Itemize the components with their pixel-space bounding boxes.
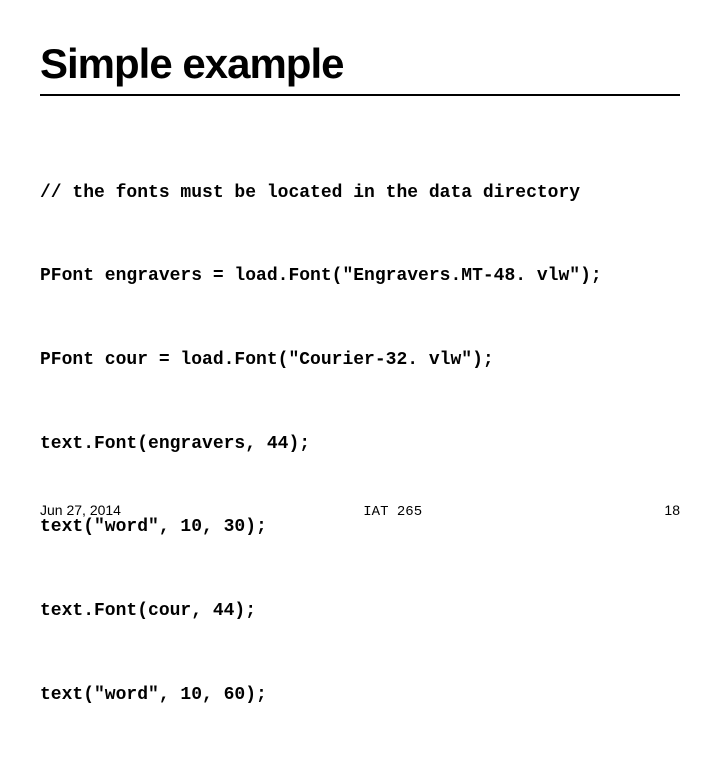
title-underline: [40, 94, 680, 96]
slide-footer: Jun 27, 2014 IAT 265 18: [40, 502, 680, 520]
code-line: PFont cour = load.Font("Courier-32. vlw"…: [40, 347, 680, 375]
footer-date: Jun 27, 2014: [40, 502, 121, 518]
code-line: // the fonts must be located in the data…: [40, 180, 680, 208]
code-line: text.Font(cour, 44);: [40, 598, 680, 626]
code-line: text("word", 10, 60);: [40, 682, 680, 710]
code-line: PFont engravers = load.Font("Engravers.M…: [40, 263, 680, 291]
slide-title: Simple example: [40, 40, 680, 88]
footer-page-number: 18: [664, 502, 680, 518]
code-line: text.Font(engravers, 44);: [40, 431, 680, 459]
slide: Simple example // the fonts must be loca…: [0, 0, 720, 540]
footer-course: IAT 265: [363, 504, 422, 520]
code-block: // the fonts must be located in the data…: [40, 124, 680, 765]
